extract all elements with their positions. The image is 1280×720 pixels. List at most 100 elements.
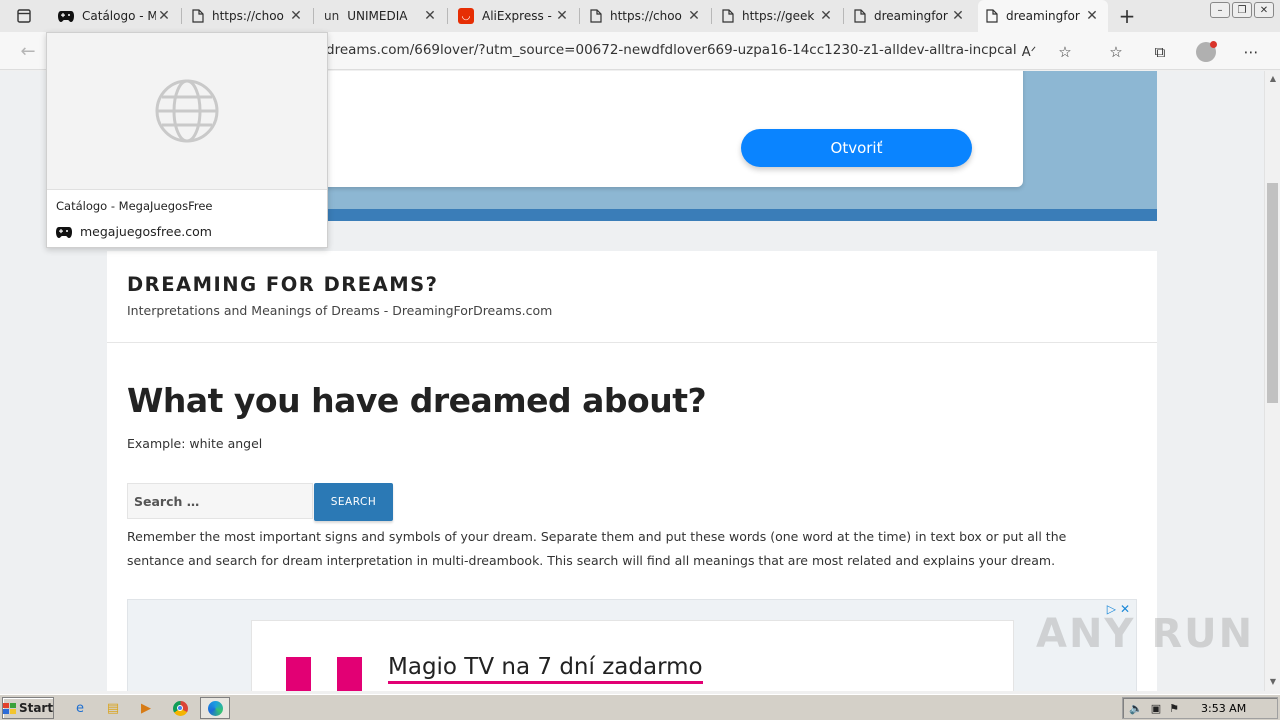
more-icon: ⋯ bbox=[1243, 43, 1259, 61]
page-icon bbox=[192, 9, 204, 23]
tab-separator bbox=[843, 8, 844, 24]
favorites-button[interactable]: ☆ bbox=[1105, 41, 1127, 63]
scroll-thumb[interactable] bbox=[1267, 183, 1278, 403]
new-tab-button[interactable]: + bbox=[1115, 4, 1139, 28]
ad-open-button[interactable]: Otvoriť bbox=[741, 129, 972, 167]
restore-button[interactable]: ❐ bbox=[1232, 2, 1252, 18]
search-placeholder: Search … bbox=[134, 493, 200, 509]
address-bar[interactable]: dreams.com/669lover/?utm_source=00672-ne… bbox=[326, 42, 1016, 58]
site-description: Interpretations and Meanings of Dreams -… bbox=[127, 303, 553, 318]
tab-title: Catálogo - MegaJuegosFree bbox=[82, 9, 156, 23]
plus-icon: + bbox=[1118, 4, 1136, 28]
ad-headline[interactable]: Magio TV na 7 dní zadarmo bbox=[388, 653, 703, 684]
edge-icon bbox=[207, 700, 223, 716]
profile-button[interactable] bbox=[1195, 41, 1217, 63]
tab-title: UNIMEDIA bbox=[347, 9, 408, 23]
search-input[interactable]: Search … bbox=[127, 483, 313, 519]
minimize-button[interactable]: – bbox=[1210, 2, 1230, 18]
close-icon[interactable]: ✕ bbox=[422, 8, 438, 24]
gamepad-icon bbox=[58, 11, 74, 22]
tab-actions-button[interactable] bbox=[8, 4, 40, 28]
tab-separator bbox=[447, 8, 448, 24]
tab-separator bbox=[313, 8, 314, 24]
favorites-icon: ☆ bbox=[1109, 43, 1123, 61]
tab-title: dreamingfor bbox=[874, 9, 948, 23]
edge-taskbar-button[interactable] bbox=[200, 697, 230, 719]
add-favorite-button[interactable]: ☆ bbox=[1054, 41, 1076, 63]
tab-dreamingfor-1[interactable]: dreamingfor ✕ bbox=[846, 0, 974, 32]
tab-separator bbox=[711, 8, 712, 24]
clock[interactable]: 3:53 AM bbox=[1201, 702, 1246, 715]
bottom-ad[interactable]: ▷ ✕ Magio TV na 7 dní zadarmo bbox=[127, 599, 1137, 691]
preview-domain-text: megajuegosfree.com bbox=[80, 224, 212, 239]
tab-title: dreamingfor bbox=[1006, 9, 1080, 23]
network-icon[interactable]: ▣ bbox=[1151, 702, 1161, 715]
media-player-icon[interactable]: ▶ bbox=[137, 699, 155, 717]
scroll-down-icon[interactable]: ▼ bbox=[1268, 677, 1278, 687]
tab-geek[interactable]: https://geek ✕ bbox=[714, 0, 842, 32]
tab-unimedia[interactable]: un UNIMEDIA ✕ bbox=[316, 0, 446, 32]
un-logo-icon: un bbox=[324, 9, 340, 23]
avatar bbox=[1196, 41, 1217, 62]
system-tray: 🔈 ▣ ⚑ 3:53 AM bbox=[1122, 697, 1278, 719]
telekom-logo bbox=[286, 657, 362, 691]
close-icon[interactable]: ✕ bbox=[818, 8, 834, 24]
tab-actions-icon bbox=[17, 9, 31, 23]
read-aloud-icon: Aᐟ bbox=[1021, 44, 1037, 60]
instructions-text: Remember the most important signs and sy… bbox=[127, 529, 1067, 568]
close-icon[interactable]: ✕ bbox=[1084, 8, 1100, 24]
windows-logo-icon bbox=[2, 702, 16, 714]
tab-choo-1[interactable]: https://choo ✕ bbox=[184, 0, 312, 32]
settings-menu-button[interactable]: ⋯ bbox=[1240, 41, 1262, 63]
ie-icon[interactable]: e bbox=[71, 699, 89, 717]
page-icon bbox=[722, 9, 734, 23]
start-label: Start bbox=[18, 701, 54, 715]
tab-separator bbox=[579, 8, 580, 24]
globe-icon bbox=[155, 79, 219, 143]
close-icon[interactable]: ✕ bbox=[156, 8, 172, 24]
window-controls: – ❐ ✕ bbox=[1210, 2, 1274, 18]
star-add-icon: ☆ bbox=[1058, 43, 1072, 61]
read-aloud-button[interactable]: Aᐟ bbox=[1018, 41, 1040, 63]
preview-domain: megajuegosfree.com bbox=[56, 224, 212, 239]
vertical-scrollbar[interactable]: ▲ ▼ bbox=[1264, 71, 1280, 691]
close-icon[interactable]: ✕ bbox=[950, 8, 966, 24]
site-header: DREAMING FOR DREAMS? Interpretations and… bbox=[107, 251, 1157, 343]
tab-hover-preview: Catálogo - MegaJuegosFree megajuegosfree… bbox=[46, 32, 328, 248]
page-title: What you have dreamed about? bbox=[127, 381, 707, 420]
close-window-button[interactable]: ✕ bbox=[1254, 2, 1274, 18]
close-icon[interactable]: ✕ bbox=[554, 8, 570, 24]
arrow-left-icon: ← bbox=[20, 40, 36, 62]
search-button[interactable]: SEARCH bbox=[314, 483, 393, 521]
back-button[interactable]: ← bbox=[16, 40, 40, 62]
site-content: DREAMING FOR DREAMS? Interpretations and… bbox=[107, 251, 1157, 691]
tab-dreamingfor-active[interactable]: dreamingfor ✕ bbox=[978, 0, 1108, 32]
page-icon bbox=[986, 9, 998, 23]
watermark: ANY RUN bbox=[1036, 611, 1255, 657]
taskbar: Start e ▤ ▶ 🔈 ▣ ⚑ 3:53 AM bbox=[0, 694, 1280, 720]
tab-aliexpress[interactable]: ◡ AliExpress - C ✕ bbox=[450, 0, 578, 32]
gamepad-icon bbox=[56, 226, 72, 238]
tab-title: https://choo bbox=[212, 9, 284, 23]
bottom-ad-card[interactable]: Magio TV na 7 dní zadarmo bbox=[251, 620, 1014, 691]
scroll-up-icon[interactable]: ▲ bbox=[1268, 74, 1278, 84]
folder-icon[interactable]: ▤ bbox=[104, 699, 122, 717]
chrome-icon[interactable] bbox=[171, 699, 189, 717]
tab-title: AliExpress - C bbox=[482, 9, 554, 23]
close-icon[interactable]: ✕ bbox=[288, 8, 304, 24]
tab-choo-2[interactable]: https://choo ✕ bbox=[582, 0, 710, 32]
aliexpress-icon: ◡ bbox=[458, 8, 474, 24]
preview-title: Catálogo - MegaJuegosFree bbox=[56, 199, 213, 213]
site-title[interactable]: DREAMING FOR DREAMS? bbox=[127, 273, 438, 296]
page-icon bbox=[590, 9, 602, 23]
tab-title: https://choo bbox=[610, 9, 682, 23]
tab-separator bbox=[181, 8, 182, 24]
volume-icon[interactable]: 🔈 bbox=[1129, 702, 1143, 715]
collections-icon: ⧉ bbox=[1154, 43, 1166, 61]
start-button[interactable]: Start bbox=[2, 697, 54, 719]
tab-title: https://geek bbox=[742, 9, 815, 23]
close-icon[interactable]: ✕ bbox=[686, 8, 702, 24]
tab-megajuegos[interactable]: Catálogo - MegaJuegosFree ✕ bbox=[50, 0, 180, 32]
flag-icon[interactable]: ⚑ bbox=[1169, 702, 1179, 715]
collections-button[interactable]: ⧉ bbox=[1149, 41, 1171, 63]
